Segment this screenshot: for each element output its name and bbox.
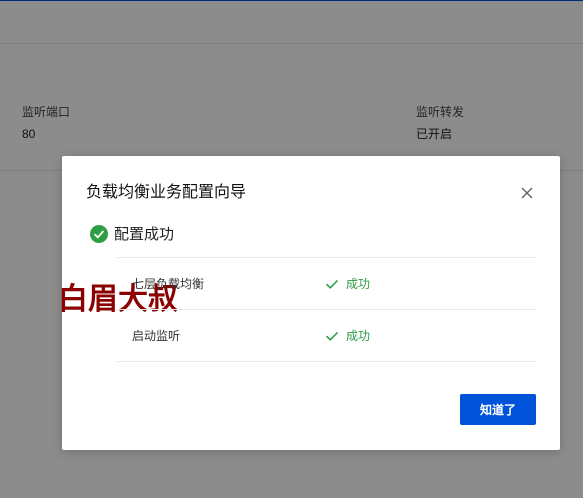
summary-text: 配置成功 (114, 226, 175, 243)
check-icon (325, 331, 339, 341)
got-it-button[interactable]: 知道了 (460, 394, 536, 425)
step-name: 七层负载均衡 (132, 277, 205, 291)
dialog-title: 负载均衡业务配置向导 (86, 184, 247, 201)
step-status-text: 成功 (346, 329, 371, 343)
check-icon (325, 279, 339, 289)
config-wizard-dialog: 负载均衡业务配置向导 配置成功 白眉大叔 七层负载均衡 成功 启动监听 成功 知… (58, 156, 560, 450)
step-row: 七层负载均衡 成功 (116, 258, 536, 310)
step-name: 启动监听 (132, 329, 181, 343)
step-status-text: 成功 (346, 277, 371, 291)
page: 监听端口 80 监听转发 已开启 负载均衡业务配置向导 配置成功 白眉大叔 七层 (0, 0, 583, 498)
step-list: 七层负载均衡 成功 启动监听 成功 (116, 257, 536, 362)
success-circle-icon (90, 225, 108, 243)
close-icon[interactable] (518, 184, 536, 202)
step-row: 启动监听 成功 (116, 310, 536, 362)
